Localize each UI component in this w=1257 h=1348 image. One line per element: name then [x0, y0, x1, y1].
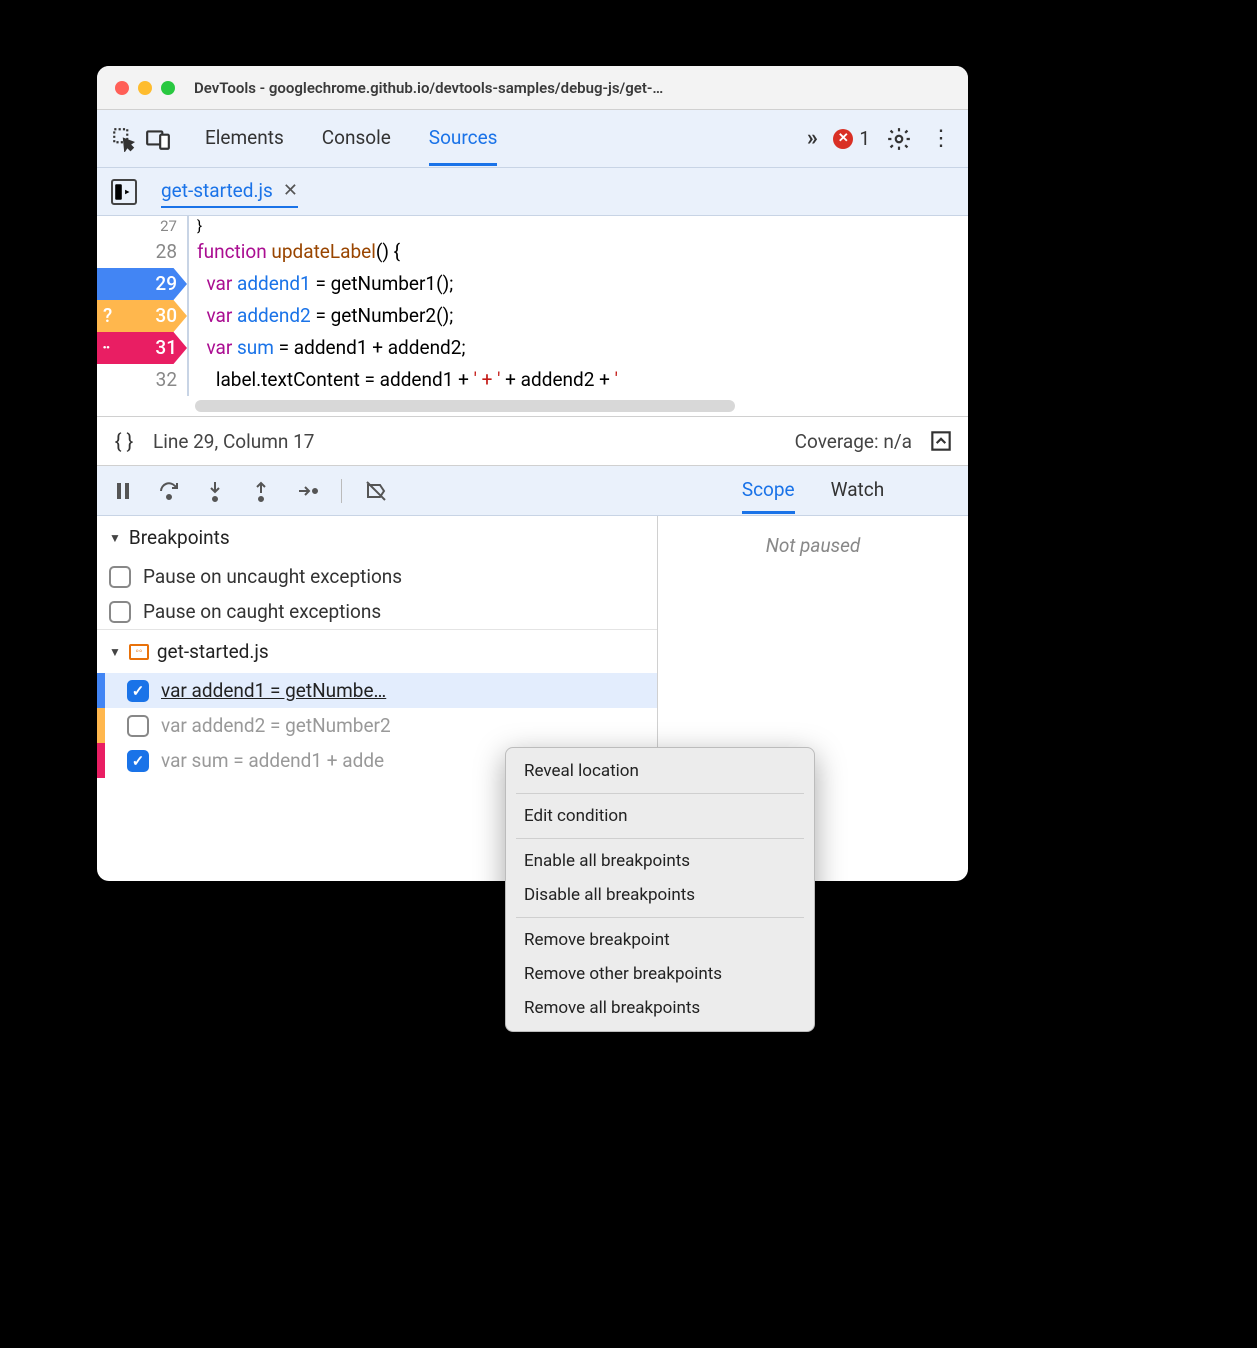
checkbox[interactable] [109, 566, 131, 588]
tab-sources[interactable]: Sources [429, 112, 498, 166]
code-text: var addend1 = getNumber1(); [187, 268, 968, 300]
ctx-edit-condition[interactable]: Edit condition [506, 799, 814, 833]
line-number[interactable]: 28 [156, 236, 177, 268]
ctx-reveal-location[interactable]: Reveal location [506, 754, 814, 788]
window-title: DevTools - googlechrome.github.io/devtoo… [194, 79, 950, 97]
error-count: 1 [859, 127, 870, 150]
context-menu: Reveal location Edit condition Enable al… [505, 747, 815, 1032]
error-indicator[interactable]: ✕ 1 [833, 127, 870, 150]
checkbox[interactable] [127, 715, 149, 737]
navigator-toggle-icon[interactable] [111, 179, 137, 205]
line-number[interactable]: 32 [156, 364, 177, 396]
not-paused-message: Not paused [658, 516, 968, 575]
step-into-icon[interactable] [203, 479, 227, 503]
minimize-icon[interactable] [138, 81, 152, 95]
ctx-remove-all[interactable]: Remove all breakpoints [506, 991, 814, 1025]
inspect-element-icon[interactable] [111, 126, 137, 152]
breakpoint-row[interactable]: var addend1 = getNumbe… [97, 673, 657, 708]
logpoint-marker[interactable]: ··31 [97, 332, 187, 364]
breakpoint-marker[interactable]: 29 [97, 268, 187, 300]
cursor-position: Line 29, Column 17 [153, 430, 314, 453]
kebab-menu-icon[interactable]: ⋮ [928, 126, 954, 152]
step-over-icon[interactable] [157, 479, 181, 503]
code-text: var sum = addend1 + addend2; [187, 332, 968, 364]
step-out-icon[interactable] [249, 479, 273, 503]
tab-watch[interactable]: Watch [831, 468, 885, 514]
file-tab-name: get-started.js [161, 179, 273, 202]
code-text: var addend2 = getNumber2(); [187, 300, 968, 332]
checkbox[interactable] [127, 680, 149, 702]
horizontal-scrollbar[interactable] [195, 400, 735, 412]
code-editor[interactable]: 27} 28function updateLabel() { 29 var ad… [97, 216, 968, 416]
more-tabs-icon[interactable]: » [799, 126, 825, 152]
maximize-icon[interactable] [161, 81, 175, 95]
editor-statusbar: { } Line 29, Column 17 Coverage: n/a [97, 416, 968, 466]
pretty-print-icon[interactable]: { } [111, 428, 137, 454]
breakpoint-file-group[interactable]: ▼◦◦get-started.js [97, 629, 657, 673]
checkbox[interactable] [109, 601, 131, 623]
js-file-icon: ◦◦ [129, 644, 149, 660]
titlebar: DevTools - googlechrome.github.io/devtoo… [97, 66, 968, 110]
ctx-remove[interactable]: Remove breakpoint [506, 923, 814, 957]
error-icon: ✕ [833, 129, 853, 149]
settings-icon[interactable] [886, 126, 912, 152]
conditional-breakpoint-marker[interactable]: ?30 [97, 300, 187, 332]
collapse-drawer-icon[interactable] [928, 428, 954, 454]
pause-caught-row[interactable]: Pause on caught exceptions [97, 594, 657, 629]
step-icon[interactable] [295, 479, 319, 503]
main-tabbar: Elements Console Sources » ✕ 1 ⋮ [97, 110, 968, 168]
file-tabbar: get-started.js ✕ [97, 168, 968, 216]
code-text: function updateLabel() { [187, 236, 968, 268]
checkbox[interactable] [127, 750, 149, 772]
ctx-enable-all[interactable]: Enable all breakpoints [506, 844, 814, 878]
tab-console[interactable]: Console [322, 112, 391, 166]
tab-elements[interactable]: Elements [205, 112, 284, 166]
ctx-remove-other[interactable]: Remove other breakpoints [506, 957, 814, 991]
code-text: label.textContent = addend1 + ' + ' + ad… [187, 364, 968, 396]
file-tab[interactable]: get-started.js ✕ [161, 175, 298, 208]
coverage-status: Coverage: n/a [795, 430, 912, 453]
deactivate-breakpoints-icon[interactable] [364, 479, 388, 503]
pause-icon[interactable] [111, 479, 135, 503]
ctx-disable-all[interactable]: Disable all breakpoints [506, 878, 814, 912]
tab-scope[interactable]: Scope [742, 468, 795, 514]
close-icon[interactable] [115, 81, 129, 95]
device-toolbar-icon[interactable] [145, 126, 171, 152]
pause-uncaught-row[interactable]: Pause on uncaught exceptions [97, 559, 657, 594]
breakpoint-row[interactable]: var addend2 = getNumber2 [97, 708, 657, 743]
breakpoints-section-header[interactable]: ▼Breakpoints [97, 516, 657, 559]
close-tab-icon[interactable]: ✕ [283, 180, 298, 201]
